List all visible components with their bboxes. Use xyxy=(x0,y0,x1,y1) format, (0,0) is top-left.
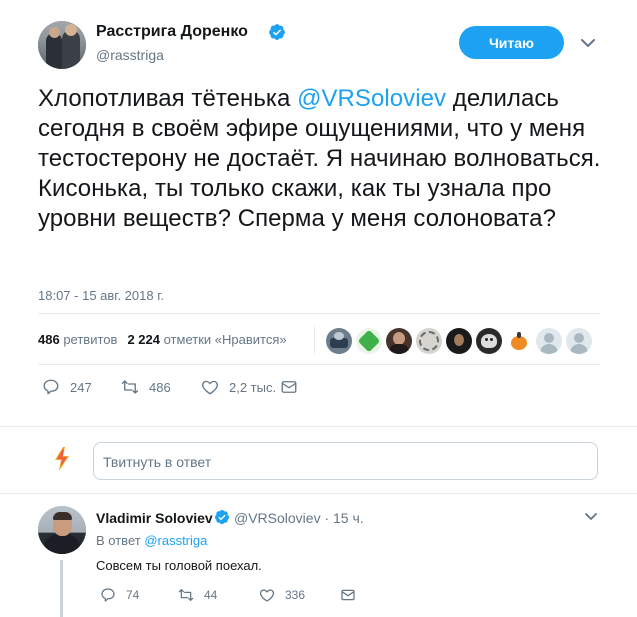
reply-action[interactable]: 247 xyxy=(42,378,92,396)
liker-avatar[interactable] xyxy=(386,328,412,354)
divider xyxy=(0,493,637,494)
retweet-action[interactable]: 486 xyxy=(121,378,171,396)
reply-to-mention[interactable]: @rasstriga xyxy=(144,533,207,548)
reply-count: 74 xyxy=(126,588,140,602)
liker-avatar[interactable] xyxy=(416,328,442,354)
reply-text: Совсем ты головой поехал. xyxy=(96,558,262,573)
reply-author-avatar[interactable] xyxy=(38,506,86,554)
reply-to-line: В ответ @rasstriga xyxy=(96,533,207,548)
like-count: 2,2 тыс. xyxy=(229,379,277,395)
tweet-text: Хлопотливая тётенька @VRSoloviev делилас… xyxy=(38,84,618,234)
verified-icon xyxy=(215,510,229,525)
retweet-count: 44 xyxy=(204,588,218,602)
lightning-icon xyxy=(49,446,75,472)
retweet-action[interactable]: 44 xyxy=(178,587,217,603)
retweet-icon xyxy=(178,589,194,601)
likes-stat[interactable]: 2 224 отметки «Нравится» xyxy=(127,332,286,347)
reply-action[interactable]: 74 xyxy=(100,587,139,603)
reply-author-name[interactable]: Vladimir Soloviev xyxy=(96,510,213,526)
like-icon xyxy=(202,380,218,395)
reply-handle-time[interactable]: @VRSoloviev · 15 ч. xyxy=(234,510,364,526)
divider xyxy=(314,326,315,354)
reply-icon xyxy=(43,379,59,395)
mention-link[interactable]: @VRSoloviev xyxy=(297,85,446,112)
retweets-stat[interactable]: 486 ретвитов xyxy=(38,332,117,347)
reply-count: 247 xyxy=(70,379,92,395)
message-icon xyxy=(341,589,355,601)
like-action[interactable]: 336 xyxy=(259,587,305,603)
message-icon xyxy=(281,381,297,393)
liker-avatar[interactable] xyxy=(536,328,562,354)
liker-avatar[interactable] xyxy=(506,328,532,354)
reply-actions: 74 44 336 xyxy=(0,587,637,605)
like-count: 336 xyxy=(285,588,306,602)
tweet-text-part: Хлопотливая тётенька xyxy=(38,85,298,112)
like-action[interactable]: 2,2 тыс. xyxy=(201,378,276,396)
retweets-label: ретвитов xyxy=(63,332,118,347)
direct-message-action[interactable] xyxy=(340,587,356,603)
author-display-name[interactable]: Расстрига Доренко xyxy=(96,23,248,41)
author-handle[interactable]: @rasstriga xyxy=(96,47,164,63)
reply-input[interactable]: Твитнуть в ответ xyxy=(93,442,598,480)
chevron-down-icon[interactable] xyxy=(578,36,598,50)
likes-count: 2 224 xyxy=(127,332,160,347)
verified-icon xyxy=(269,24,285,40)
likes-label: отметки «Нравится» xyxy=(163,332,287,347)
tweet-actions: 247 486 2,2 тыс. xyxy=(0,378,637,398)
like-icon xyxy=(259,589,275,602)
tweet-stats: 486 ретвитов 2 224 отметки «Нравится» xyxy=(38,332,287,347)
tweet-timestamp[interactable]: 18:07 - 15 авг. 2018 г. xyxy=(38,288,164,303)
direct-message-action[interactable] xyxy=(280,378,298,396)
liker-avatar[interactable] xyxy=(476,328,502,354)
main-tweet: Расстрига Доренко @rasstriga Читаю Хлопо… xyxy=(0,0,637,430)
retweet-icon xyxy=(121,380,139,394)
liker-avatar[interactable] xyxy=(356,328,382,354)
author-avatar[interactable] xyxy=(38,21,86,69)
divider xyxy=(38,313,600,314)
retweets-count: 486 xyxy=(38,332,60,347)
liker-avatar[interactable] xyxy=(326,328,352,354)
chevron-down-icon[interactable] xyxy=(583,511,599,523)
retweet-count: 486 xyxy=(149,379,171,395)
liker-avatar[interactable] xyxy=(566,328,592,354)
divider xyxy=(38,364,600,365)
following-button[interactable]: Читаю xyxy=(459,26,564,59)
reply-to-label: В ответ xyxy=(96,533,145,548)
reply-icon xyxy=(101,588,115,602)
liker-avatar[interactable] xyxy=(446,328,472,354)
